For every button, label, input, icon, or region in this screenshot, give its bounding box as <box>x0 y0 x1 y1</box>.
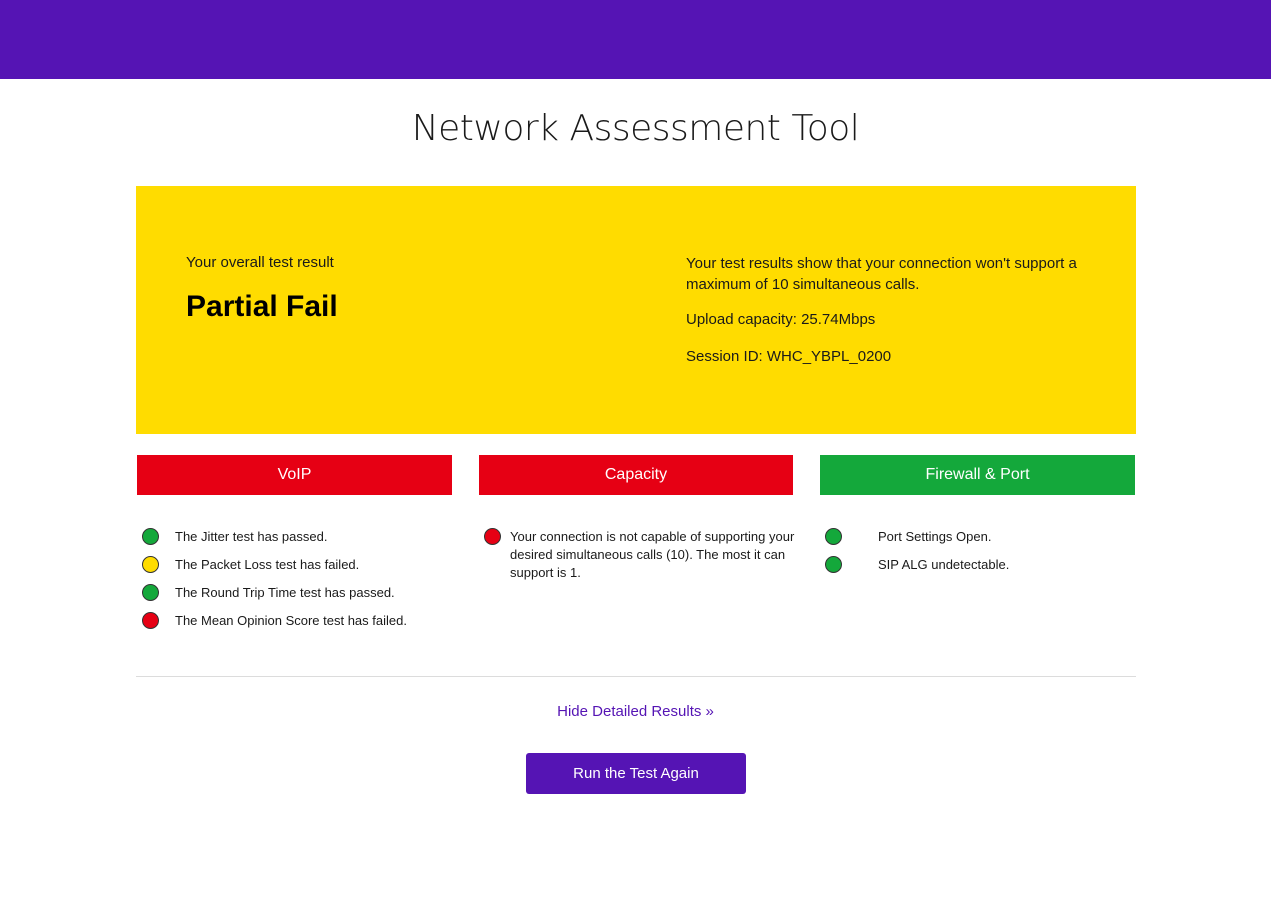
page-title: Network Assessment Tool <box>411 108 860 149</box>
category-header-capacity: Capacity <box>479 455 793 495</box>
list-item: The Jitter test has passed. <box>175 529 328 544</box>
list-item: The Round Trip Time test has passed. <box>175 585 395 600</box>
status-dot-icon <box>142 556 159 573</box>
category-header-firewall: Firewall & Port <box>820 455 1135 495</box>
status-dot-icon <box>142 612 159 629</box>
list-item: Your connection is not capable of suppor… <box>510 529 795 580</box>
status-dot-icon <box>142 528 159 545</box>
session-id: Session ID: WHC_YBPL_0200 <box>686 348 892 365</box>
status-dot-icon <box>484 528 501 545</box>
list-item: Port Settings Open. <box>878 529 992 544</box>
status-dot-icon <box>825 528 842 545</box>
top-banner <box>0 0 1271 79</box>
section-divider <box>136 676 1136 677</box>
result-summary: Your test results show that your connect… <box>686 255 1077 293</box>
list-item: SIP ALG undetectable. <box>878 557 1010 572</box>
run-test-again-button[interactable]: Run the Test Again <box>526 753 746 794</box>
status-dot-icon <box>825 556 842 573</box>
status-dot-icon <box>142 584 159 601</box>
list-item: The Packet Loss test has failed. <box>175 557 360 572</box>
upload-capacity: Upload capacity: 25.74Mbps <box>686 311 876 328</box>
category-header-voip: VoIP <box>137 455 452 495</box>
hide-detailed-results-link[interactable]: Hide Detailed Results » <box>0 703 1271 720</box>
overall-result-value: Partial Fail <box>186 290 338 323</box>
list-item: The Mean Opinion Score test has failed. <box>175 613 407 628</box>
overall-result-panel: Your overall test result Partial Fail Yo… <box>136 186 1136 434</box>
overall-result-label: Your overall test result <box>186 254 334 271</box>
